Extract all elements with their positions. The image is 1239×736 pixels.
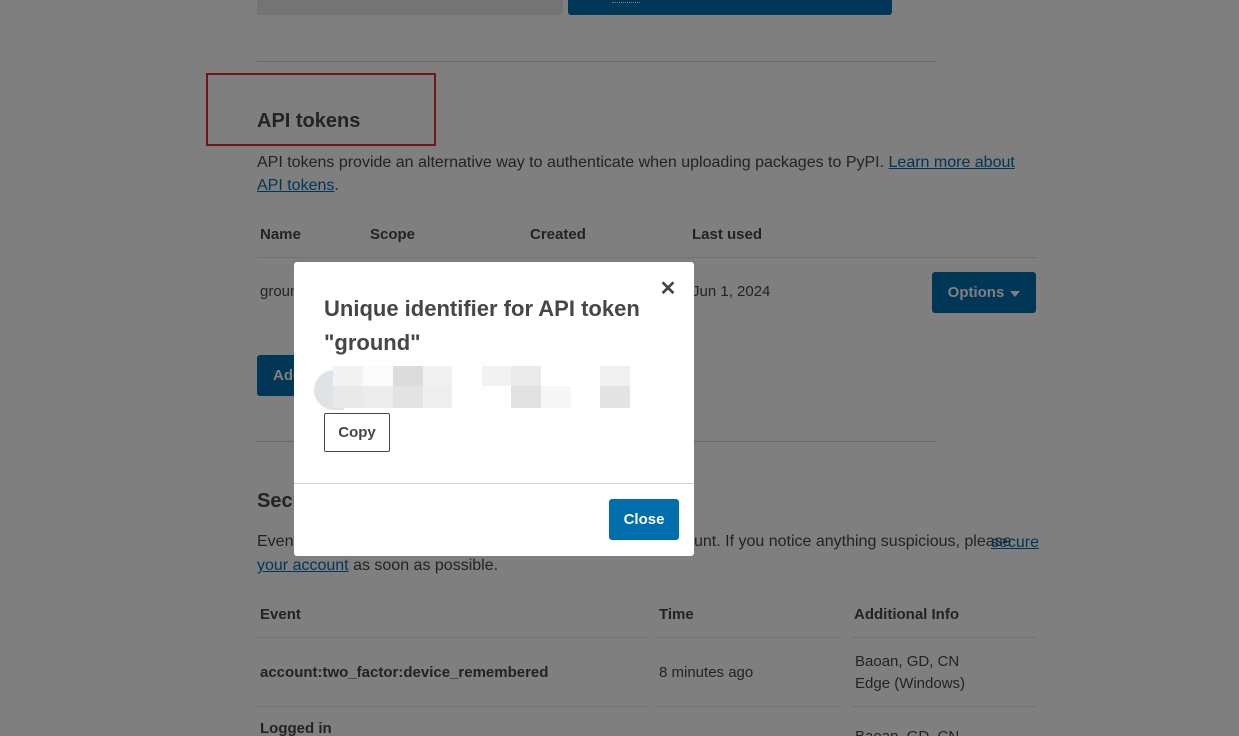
close-icon[interactable]: ✕ [658, 278, 678, 300]
token-identifier-dialog: Unique identifier for API token "ground"… [294, 262, 694, 556]
dialog-footer-divider [294, 483, 694, 484]
copy-button[interactable]: Copy [324, 413, 390, 452]
token-identifier-value [314, 366, 630, 410]
close-button[interactable]: Close [609, 499, 679, 540]
dialog-title: Unique identifier for API token "ground" [324, 296, 640, 355]
